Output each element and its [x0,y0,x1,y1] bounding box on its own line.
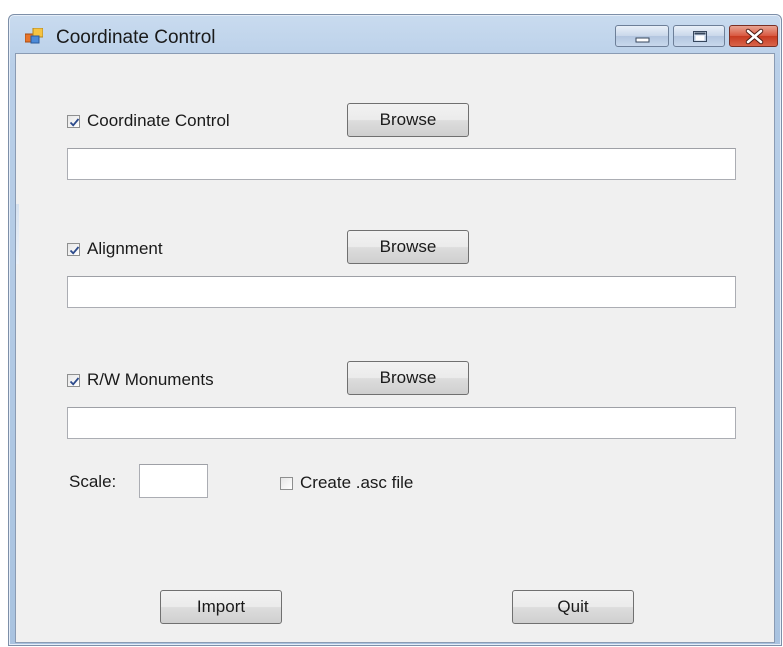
path-field-coordinate-control[interactable] [67,148,736,180]
browse-button-alignment[interactable]: Browse [347,230,469,264]
checkbox-label: Create .asc file [300,473,414,492]
window-title: Coordinate Control [56,27,216,48]
checkbox-create-asc[interactable]: Create .asc file [280,472,413,494]
checkbox-box[interactable] [280,476,293,490]
checkbox-alignment[interactable]: Alignment [67,238,163,260]
quit-button[interactable]: Quit [512,590,634,624]
checkbox-coordinate-control[interactable]: Coordinate Control [67,110,230,132]
browse-button-rw-monuments[interactable]: Browse [347,361,469,395]
checkbox-label: Alignment [87,239,163,258]
left-edge-strip [16,204,19,264]
path-field-alignment[interactable] [67,276,736,308]
checkbox-box[interactable] [67,242,80,256]
app-window-icon [24,27,44,44]
path-field-rw-monuments[interactable] [67,407,736,439]
dialog-window: Coordinate Control Coordinate Control Br… [8,14,782,646]
checkbox-label: Coordinate Control [87,111,230,130]
minimize-button[interactable] [615,25,669,47]
checkbox-label: R/W Monuments [87,370,214,389]
checkbox-rw-monuments[interactable]: R/W Monuments [67,369,214,391]
close-button[interactable] [729,25,778,47]
title-bar[interactable]: Coordinate Control [9,15,781,53]
scale-input[interactable] [139,464,208,498]
browse-button-coordinate-control[interactable]: Browse [347,103,469,137]
dialog-client-area: Coordinate Control Browse Alignment Brow… [15,53,775,643]
import-button[interactable]: Import [160,590,282,624]
maximize-button[interactable] [673,25,725,47]
checkbox-box[interactable] [67,114,80,128]
checkbox-box[interactable] [67,373,80,387]
scale-label: Scale: [69,472,117,491]
